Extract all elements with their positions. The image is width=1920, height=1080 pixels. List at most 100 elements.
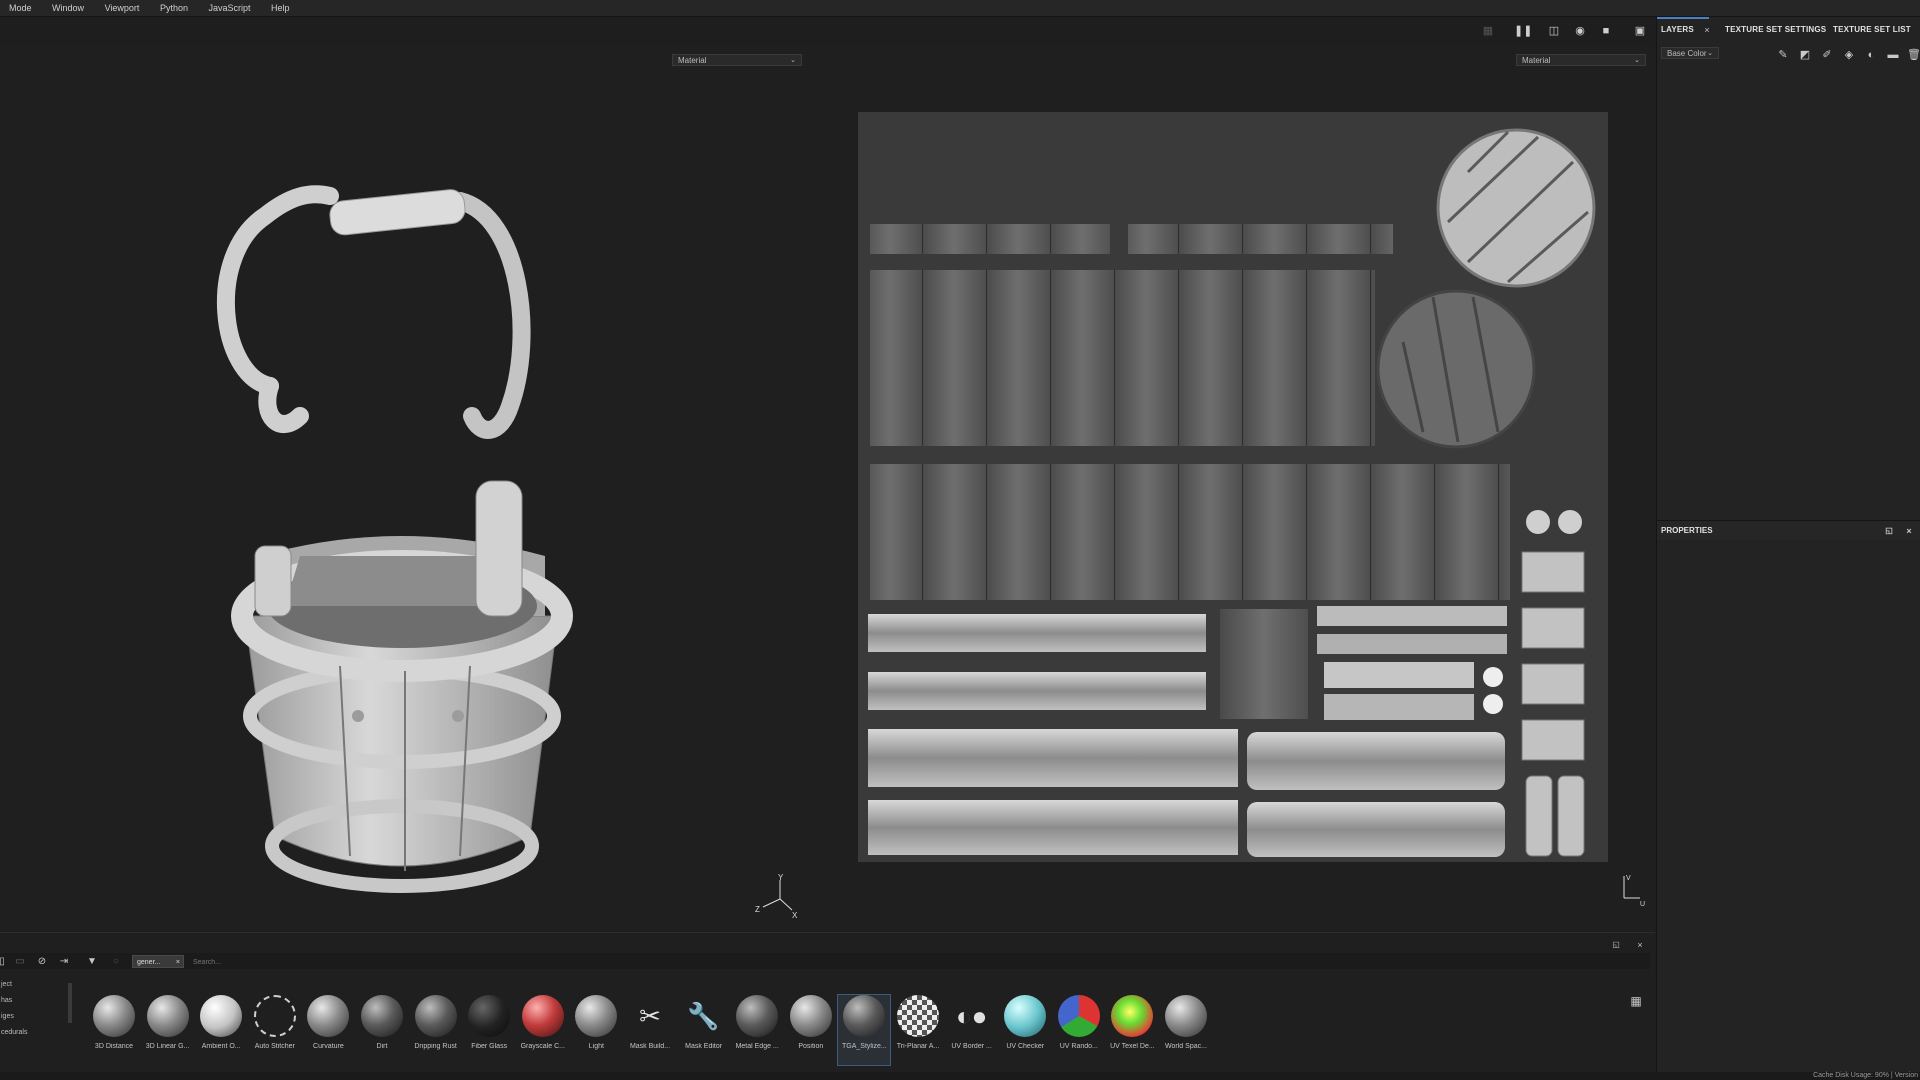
shelf-item[interactable]: Position <box>785 995 837 1065</box>
search-icon: ○ <box>112 956 120 967</box>
grid-view-icon[interactable]: ▦ <box>1630 995 1642 1007</box>
shelf-item[interactable]: Light <box>570 995 622 1065</box>
add-effect-icon[interactable]: ✎ <box>1777 49 1789 61</box>
close-icon[interactable]: × <box>1701 24 1713 36</box>
shelf-item-label: 3D Linear G... <box>145 1043 190 1050</box>
close-icon[interactable]: × <box>176 956 180 969</box>
category-item[interactable]: iges <box>0 1009 68 1025</box>
trash-icon[interactable]: 🗑 <box>1907 49 1920 61</box>
camera-icon[interactable]: ■ <box>1598 24 1614 38</box>
shelf-item-label: Curvature <box>313 1043 344 1050</box>
shelf-item[interactable]: Dripping Rust <box>410 995 462 1065</box>
shelf-item[interactable]: UV Checker <box>999 995 1051 1065</box>
shelf-item-thumbnail <box>1111 995 1154 1037</box>
shelf-item[interactable]: Curvature <box>302 995 354 1065</box>
axis-gizmo: Y Z X <box>755 874 798 920</box>
axis-y-label: Y <box>778 874 784 882</box>
pause-icon[interactable]: ❚❚ <box>1514 24 1532 38</box>
category-scrollbar[interactable] <box>68 983 72 1023</box>
shelf-item[interactable]: Auto Stitcher <box>249 995 301 1065</box>
shelf-item-label: UV Rando... <box>1059 1043 1098 1050</box>
shelf-item[interactable]: Dirt <box>356 995 408 1065</box>
menu-window[interactable]: Window <box>43 0 93 16</box>
category-item[interactable]: cedurals <box>0 1025 68 1041</box>
axis-z-label: Z <box>755 905 760 914</box>
shelf-item-thumbnail <box>897 995 939 1037</box>
shelf-item[interactable]: UV Rando... <box>1053 995 1105 1065</box>
screenshot-icon[interactable]: ▣ <box>1632 24 1648 38</box>
split-view-icon[interactable]: ◫ <box>1546 24 1562 38</box>
import-icon[interactable]: ▯ <box>0 956 8 968</box>
close-icon[interactable]: × <box>1903 525 1915 537</box>
shelf-item-thumbnail <box>1165 995 1207 1037</box>
shelf-item-thumbnail <box>468 995 511 1037</box>
bucket-model <box>216 185 573 893</box>
shelf-item-label: Light <box>588 1043 604 1050</box>
tab-texture-set-list[interactable]: TEXTURE SET LIST <box>1833 25 1911 34</box>
menu-help[interactable]: Help <box>262 0 299 16</box>
add-mask-icon[interactable]: ◩ <box>1799 49 1811 61</box>
search-filter-tag[interactable]: gener... × <box>132 955 184 968</box>
shelf-item[interactable]: Grayscale C... <box>517 995 569 1065</box>
menu-javascript[interactable]: JavaScript <box>199 0 259 16</box>
undock-icon[interactable]: ◱ <box>1883 525 1895 537</box>
shelf-item-label: Dirt <box>376 1043 388 1050</box>
undock-icon[interactable]: ◱ <box>1610 939 1622 951</box>
shelf-item[interactable]: ◐● UV Border ... <box>946 995 998 1065</box>
material-mode-dropdown-2d[interactable]: Material ⌄ <box>1516 54 1646 66</box>
shelf-item[interactable]: Ambient O... <box>195 995 247 1065</box>
filter-icon[interactable]: ▼ <box>86 956 98 968</box>
menu-python[interactable]: Python <box>151 0 197 16</box>
tab-layers[interactable]: LAYERS <box>1661 25 1694 34</box>
shelf-item-label: 3D Distance <box>94 1043 134 1050</box>
shelf-item-thumbnail <box>575 995 618 1037</box>
chevron-down-icon: ⌄ <box>790 57 796 64</box>
viewport-toolbar: ▦ ❚❚ ◫ ◉ ■ ▣ <box>0 17 1655 45</box>
material-mode-dropdown-3d[interactable]: Material ⌄ <box>672 54 802 66</box>
tab-texture-set-settings[interactable]: TEXTURE SET SETTINGS <box>1725 25 1826 34</box>
channel-dropdown-label: Base Color <box>1667 49 1707 58</box>
hide-icon[interactable]: ⊘ <box>36 956 48 968</box>
shelf-item[interactable]: TGA_Stylize... <box>837 994 892 1066</box>
new-shelf-icon[interactable]: ▭ <box>14 956 26 968</box>
status-bar: Cache Disk Usage: 90% | Version <box>0 1072 1920 1080</box>
environment-icon[interactable]: ◉ <box>1572 24 1588 38</box>
menu-viewport[interactable]: Viewport <box>96 0 149 16</box>
close-icon[interactable]: × <box>1634 939 1646 951</box>
viewport-3d[interactable]: Material ⌄ Y Z X <box>0 46 842 931</box>
fill-layer-icon[interactable]: ◈ <box>1843 49 1855 61</box>
shelf-item[interactable]: Fiber Glass <box>463 995 515 1065</box>
shelf-item[interactable]: 3D Distance <box>88 995 140 1065</box>
shelf-item[interactable]: 3D Linear G... <box>142 995 194 1065</box>
shelf-item[interactable]: 🔧 Mask Editor <box>678 995 730 1065</box>
shelf-item-label: Dripping Rust <box>414 1043 457 1050</box>
chevron-down-icon: ⌄ <box>1634 57 1640 64</box>
paint-layer-icon[interactable]: ✐ <box>1821 49 1833 61</box>
shelf-item[interactable]: Metal Edge ... <box>731 995 783 1065</box>
folder-icon[interactable]: ▬ <box>1887 49 1899 61</box>
search-input[interactable] <box>193 956 1643 968</box>
cache-status-text: Cache Disk Usage: 90% | Version <box>1813 1072 1918 1079</box>
shelf-toolbar: ▯ ▭ ⊘ ⇥ ▼ ○ gener... × <box>0 953 1650 969</box>
menu-mode[interactable]: Mode <box>0 0 41 16</box>
shelf-item[interactable]: Tri-Planar A... <box>892 995 944 1065</box>
shelf-item-thumbnail <box>361 995 403 1037</box>
uv-axis-u-label: U <box>1640 901 1645 908</box>
viewport-2d[interactable]: Material ⌄ V U <box>842 46 1655 931</box>
active-tab-indicator <box>1657 17 1709 19</box>
shelf-item[interactable]: UV Texel De... <box>1106 995 1158 1065</box>
search-filter-tag-label: gener... <box>137 959 161 966</box>
category-item[interactable]: has <box>0 993 68 1009</box>
category-item[interactable]: ject <box>0 977 68 993</box>
shelf-item-thumbnail <box>414 995 457 1037</box>
shelf-item[interactable]: World Spac... <box>1160 995 1212 1065</box>
grid-toggle-icon[interactable]: ▦ <box>1480 24 1496 38</box>
export-icon[interactable]: ⇥ <box>58 956 70 968</box>
shelf-item-thumbnail <box>146 995 189 1037</box>
shelf-item-label: UV Border ... <box>951 1043 992 1050</box>
shelf-item-label: Tri-Planar A... <box>896 1043 940 1050</box>
smart-material-icon[interactable]: ◐ <box>1865 49 1877 61</box>
chevron-down-icon: ⌄ <box>1707 50 1713 57</box>
shelf-item[interactable]: ✂ Mask Build... <box>624 995 676 1065</box>
channel-dropdown[interactable]: Base Color ⌄ <box>1661 47 1719 59</box>
